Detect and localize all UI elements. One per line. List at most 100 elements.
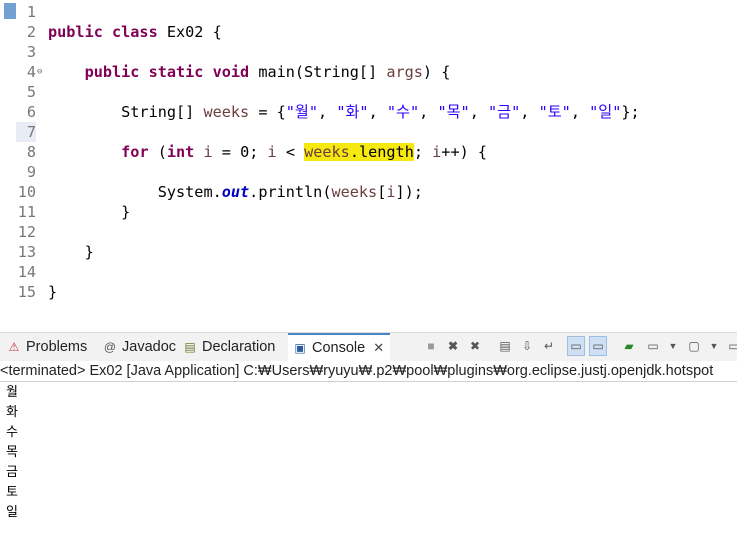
terminate-icon[interactable]: ■ — [423, 338, 439, 354]
line-number: 15 — [17, 283, 36, 301]
console-output-line: 수 — [6, 424, 18, 439]
line-number: 13 — [17, 243, 36, 261]
code-token: ; — [413, 143, 433, 161]
chevron-down-icon[interactable]: ▼ — [665, 338, 681, 354]
remove-all-terminated-icon[interactable]: ✖ — [467, 338, 483, 354]
code-token: "월" — [285, 103, 319, 121]
code-token: "토" — [538, 103, 571, 121]
tab-console-label: Console — [312, 340, 366, 356]
code-token: for — [121, 143, 149, 161]
view-menu-icon[interactable]: ▼ — [706, 338, 722, 354]
code-text: for (int i = 0; i < weeks.length; i++) { — [48, 142, 487, 162]
code-token: i — [386, 183, 396, 201]
tab-javadoc[interactable]: @ Javadoc — [102, 333, 176, 361]
line-number: 1 — [26, 3, 36, 21]
code-token: int — [166, 143, 195, 161]
code-line[interactable]: 11 } — [0, 202, 737, 222]
code-token: public static void — [84, 63, 250, 81]
display-console-icon[interactable]: ▭ — [645, 338, 661, 354]
tab-declaration-label: Declaration — [202, 339, 276, 355]
tab-javadoc-label: Javadoc — [122, 339, 177, 355]
code-text: } — [48, 202, 130, 222]
code-token: ]); — [395, 183, 423, 201]
code-line[interactable]: 9 — [0, 162, 737, 182]
code-token: = { — [249, 103, 286, 121]
code-line[interactable]: 15} — [0, 282, 737, 302]
code-token: i — [432, 143, 442, 161]
clear-console-icon[interactable]: ▤ — [497, 338, 513, 354]
code-token: System. — [48, 183, 222, 201]
code-token: public class — [48, 23, 158, 41]
minimize-icon[interactable]: ▭ — [726, 338, 737, 354]
console-output[interactable]: 월화수목금토일 — [0, 382, 737, 546]
code-token: < — [276, 143, 305, 161]
code-line[interactable]: 3 — [0, 42, 737, 62]
javadoc-icon: @ — [103, 340, 117, 354]
code-token: , — [318, 103, 337, 121]
tab-problems[interactable]: ⚠ Problems — [6, 333, 88, 361]
line-number: 11 — [17, 203, 36, 221]
code-editor[interactable]: 1 2 public class Ex02 {3 4 ⊖ public static v… — [0, 0, 737, 303]
code-token: Ex02 { — [157, 23, 222, 41]
close-icon[interactable]: ✕ — [373, 340, 384, 355]
tab-console[interactable]: ▣ Console ✕ — [288, 333, 391, 362]
line-number: 12 — [17, 223, 36, 241]
code-token: = 0; — [212, 143, 268, 161]
code-line[interactable]: 10 System.out.println(weeks[i]); — [0, 182, 737, 202]
console-output-line: 일 — [6, 504, 18, 519]
code-token: weeks — [331, 183, 378, 201]
code-line[interactable]: 4 ⊖ public static void main(String[] args… — [0, 62, 737, 82]
code-token: "수" — [386, 103, 420, 121]
code-token: weeks — [304, 143, 350, 161]
line-number: 7 — [16, 122, 36, 142]
code-line[interactable]: 6 String[] weeks = {"월", "화", "수", "목", … — [0, 102, 737, 122]
code-token: ( — [148, 143, 167, 161]
scroll-lock-icon[interactable]: ⇩ — [519, 338, 535, 354]
tab-problems-label: Problems — [26, 339, 88, 355]
code-token: .println( — [249, 183, 332, 201]
line-number: 2 — [26, 23, 36, 41]
code-token: } — [48, 203, 131, 221]
code-token: "일" — [589, 103, 622, 121]
code-token: i — [203, 143, 213, 161]
fold-icon[interactable]: ⊖ — [37, 62, 42, 82]
code-line[interactable]: 7 — [0, 122, 737, 142]
word-wrap-icon[interactable]: ↵ — [541, 338, 557, 354]
line-number: 14 — [17, 263, 36, 281]
problems-icon: ⚠ — [8, 340, 20, 354]
show-on-stderr-icon[interactable]: ▭ — [589, 336, 607, 356]
code-line[interactable]: 12 — [0, 222, 737, 242]
line-number: 5 — [26, 83, 36, 101]
line-number: 6 — [26, 103, 36, 121]
code-line[interactable]: 8 for (int i = 0; i < weeks.length; i++)… — [0, 142, 737, 162]
code-token: , — [520, 103, 539, 121]
code-line[interactable]: 14 — [0, 262, 737, 282]
line-number: 9 — [26, 163, 36, 181]
console-output-line: 화 — [6, 404, 18, 419]
code-token: "목" — [437, 103, 470, 121]
tab-declaration[interactable]: ▤ Declaration — [182, 333, 275, 361]
code-line[interactable]: 2 public class Ex02 { — [0, 22, 737, 42]
console-output-line: 월 — [6, 384, 18, 399]
code-token: ) { — [422, 63, 451, 81]
console-output-line: 목 — [6, 444, 18, 459]
remove-launch-icon[interactable]: ✖ — [445, 338, 461, 354]
code-token: } — [48, 243, 94, 261]
code-text: } — [48, 282, 57, 302]
pin-console-icon[interactable]: ▰ — [621, 338, 637, 354]
code-line[interactable]: 5 — [0, 82, 737, 102]
line-number: 10 — [17, 183, 36, 201]
code-text: public class Ex02 { — [48, 22, 222, 42]
code-line[interactable]: 13 } — [0, 242, 737, 262]
code-token: .length — [349, 143, 414, 161]
open-console-icon[interactable]: ▢ — [686, 338, 702, 354]
code-text: System.out.println(weeks[i]); — [48, 182, 423, 202]
code-line[interactable]: 1 — [0, 2, 737, 22]
line-number: 4 — [26, 63, 36, 81]
show-on-stdout-icon[interactable]: ▭ — [567, 336, 585, 356]
code-token: i — [267, 143, 277, 161]
code-token: main(String[] — [249, 63, 387, 81]
line-number: 8 — [26, 143, 36, 161]
